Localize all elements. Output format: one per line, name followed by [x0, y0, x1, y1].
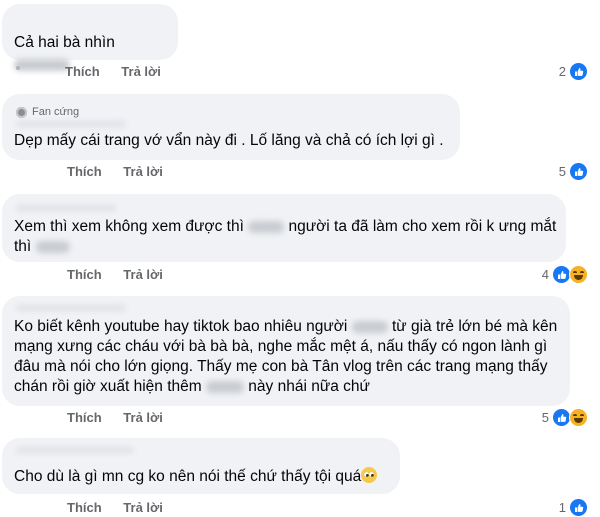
- comment-bubble: Cả hai bà nhìn: [2, 4, 178, 71]
- redacted-text: [14, 58, 70, 71]
- redacted-name: [16, 304, 126, 312]
- fan-badge-label: Fan cứng: [32, 106, 80, 118]
- reaction-summary[interactable]: 4: [542, 265, 588, 284]
- comment-text: từ già trẻ lớn bé mà kên: [391, 318, 558, 335]
- comment-text: Dẹp mấy cái trang vớ vẩn này đi . Lố lăn…: [14, 132, 444, 149]
- comment-actions: Thích Trả lời: [67, 410, 181, 425]
- comment-actions: Thích Trả lời: [65, 64, 179, 79]
- like-button[interactable]: Thích: [67, 267, 102, 282]
- reaction-count: 5: [541, 410, 549, 425]
- pleading-face-icon: [361, 467, 378, 483]
- reaction-count: 5: [558, 164, 566, 179]
- haha-icon: [569, 408, 588, 427]
- comment-text: mạng xưng các cháu với bà bà bà, nghe mắ…: [14, 338, 548, 355]
- comment-text: Xem thì xem không xem được thì: [14, 218, 244, 235]
- comment-text: thì: [14, 238, 32, 255]
- like-button[interactable]: Thích: [67, 500, 102, 515]
- comment-text: Cho dù là gì mn cg ko nên nói thế chứ th…: [14, 468, 362, 485]
- comment-bubble: Ko biết kênh youtube hay tiktok bao nhiê…: [2, 296, 570, 406]
- comment-text: đâu mà nói cho lớn giọng. Thấy mẹ con bà…: [14, 358, 548, 375]
- redacted-text: [351, 320, 388, 333]
- reaction-summary[interactable]: 5: [559, 162, 588, 181]
- like-icon: [569, 498, 588, 517]
- comment-bubble: Fan cứng Dẹp mấy cái trang vớ vẩn này đi…: [2, 94, 460, 160]
- reaction-summary[interactable]: 5: [542, 408, 588, 427]
- reaction-count: 4: [541, 267, 549, 282]
- redacted-text: [205, 380, 244, 393]
- comment-text: Ko biết kênh youtube hay tiktok bao nhiê…: [14, 318, 348, 335]
- redacted-text: [248, 220, 285, 233]
- reply-button[interactable]: Trả lời: [123, 410, 163, 425]
- fan-badge: Fan cứng: [16, 106, 79, 118]
- haha-icon: [569, 265, 588, 284]
- reaction-summary[interactable]: 2: [559, 62, 588, 81]
- comment-bubble: Xem thì xem không xem được thì người ta …: [2, 194, 566, 262]
- redacted-name: [16, 446, 134, 454]
- like-button[interactable]: Thích: [67, 164, 102, 179]
- reply-button[interactable]: Trả lời: [123, 500, 163, 515]
- comment-text: người ta đã làm cho xem rồi k ưng mắt: [288, 218, 557, 235]
- reply-button[interactable]: Trả lời: [123, 267, 163, 282]
- comment-actions: Thích Trả lời: [67, 267, 181, 282]
- redacted-text: [35, 240, 70, 253]
- comment-text: Cả hai bà nhìn: [14, 34, 115, 51]
- comment-actions: Thích Trả lời: [67, 164, 181, 179]
- like-icon: [569, 162, 588, 181]
- like-icon: [569, 62, 588, 81]
- like-button[interactable]: Thích: [67, 410, 102, 425]
- avatar-dot: [16, 66, 20, 70]
- comment-actions: Thích Trả lời: [67, 500, 181, 515]
- reaction-count: 2: [558, 64, 566, 79]
- fan-badge-icon: [16, 106, 27, 118]
- reply-button[interactable]: Trả lời: [123, 164, 163, 179]
- reaction-count: 1: [558, 500, 566, 515]
- like-button[interactable]: Thích: [65, 64, 100, 79]
- redacted-name: [16, 120, 126, 128]
- comment-bubble: Cho dù là gì mn cg ko nên nói thế chứ th…: [2, 438, 400, 494]
- reply-button[interactable]: Trả lời: [121, 64, 161, 79]
- redacted-name: [16, 204, 116, 212]
- reaction-summary[interactable]: 1: [559, 498, 588, 517]
- comment-text: này nhái nữa chứ: [248, 378, 370, 395]
- comment-text: chán rồi giờ xuất hiện thêm: [14, 378, 202, 395]
